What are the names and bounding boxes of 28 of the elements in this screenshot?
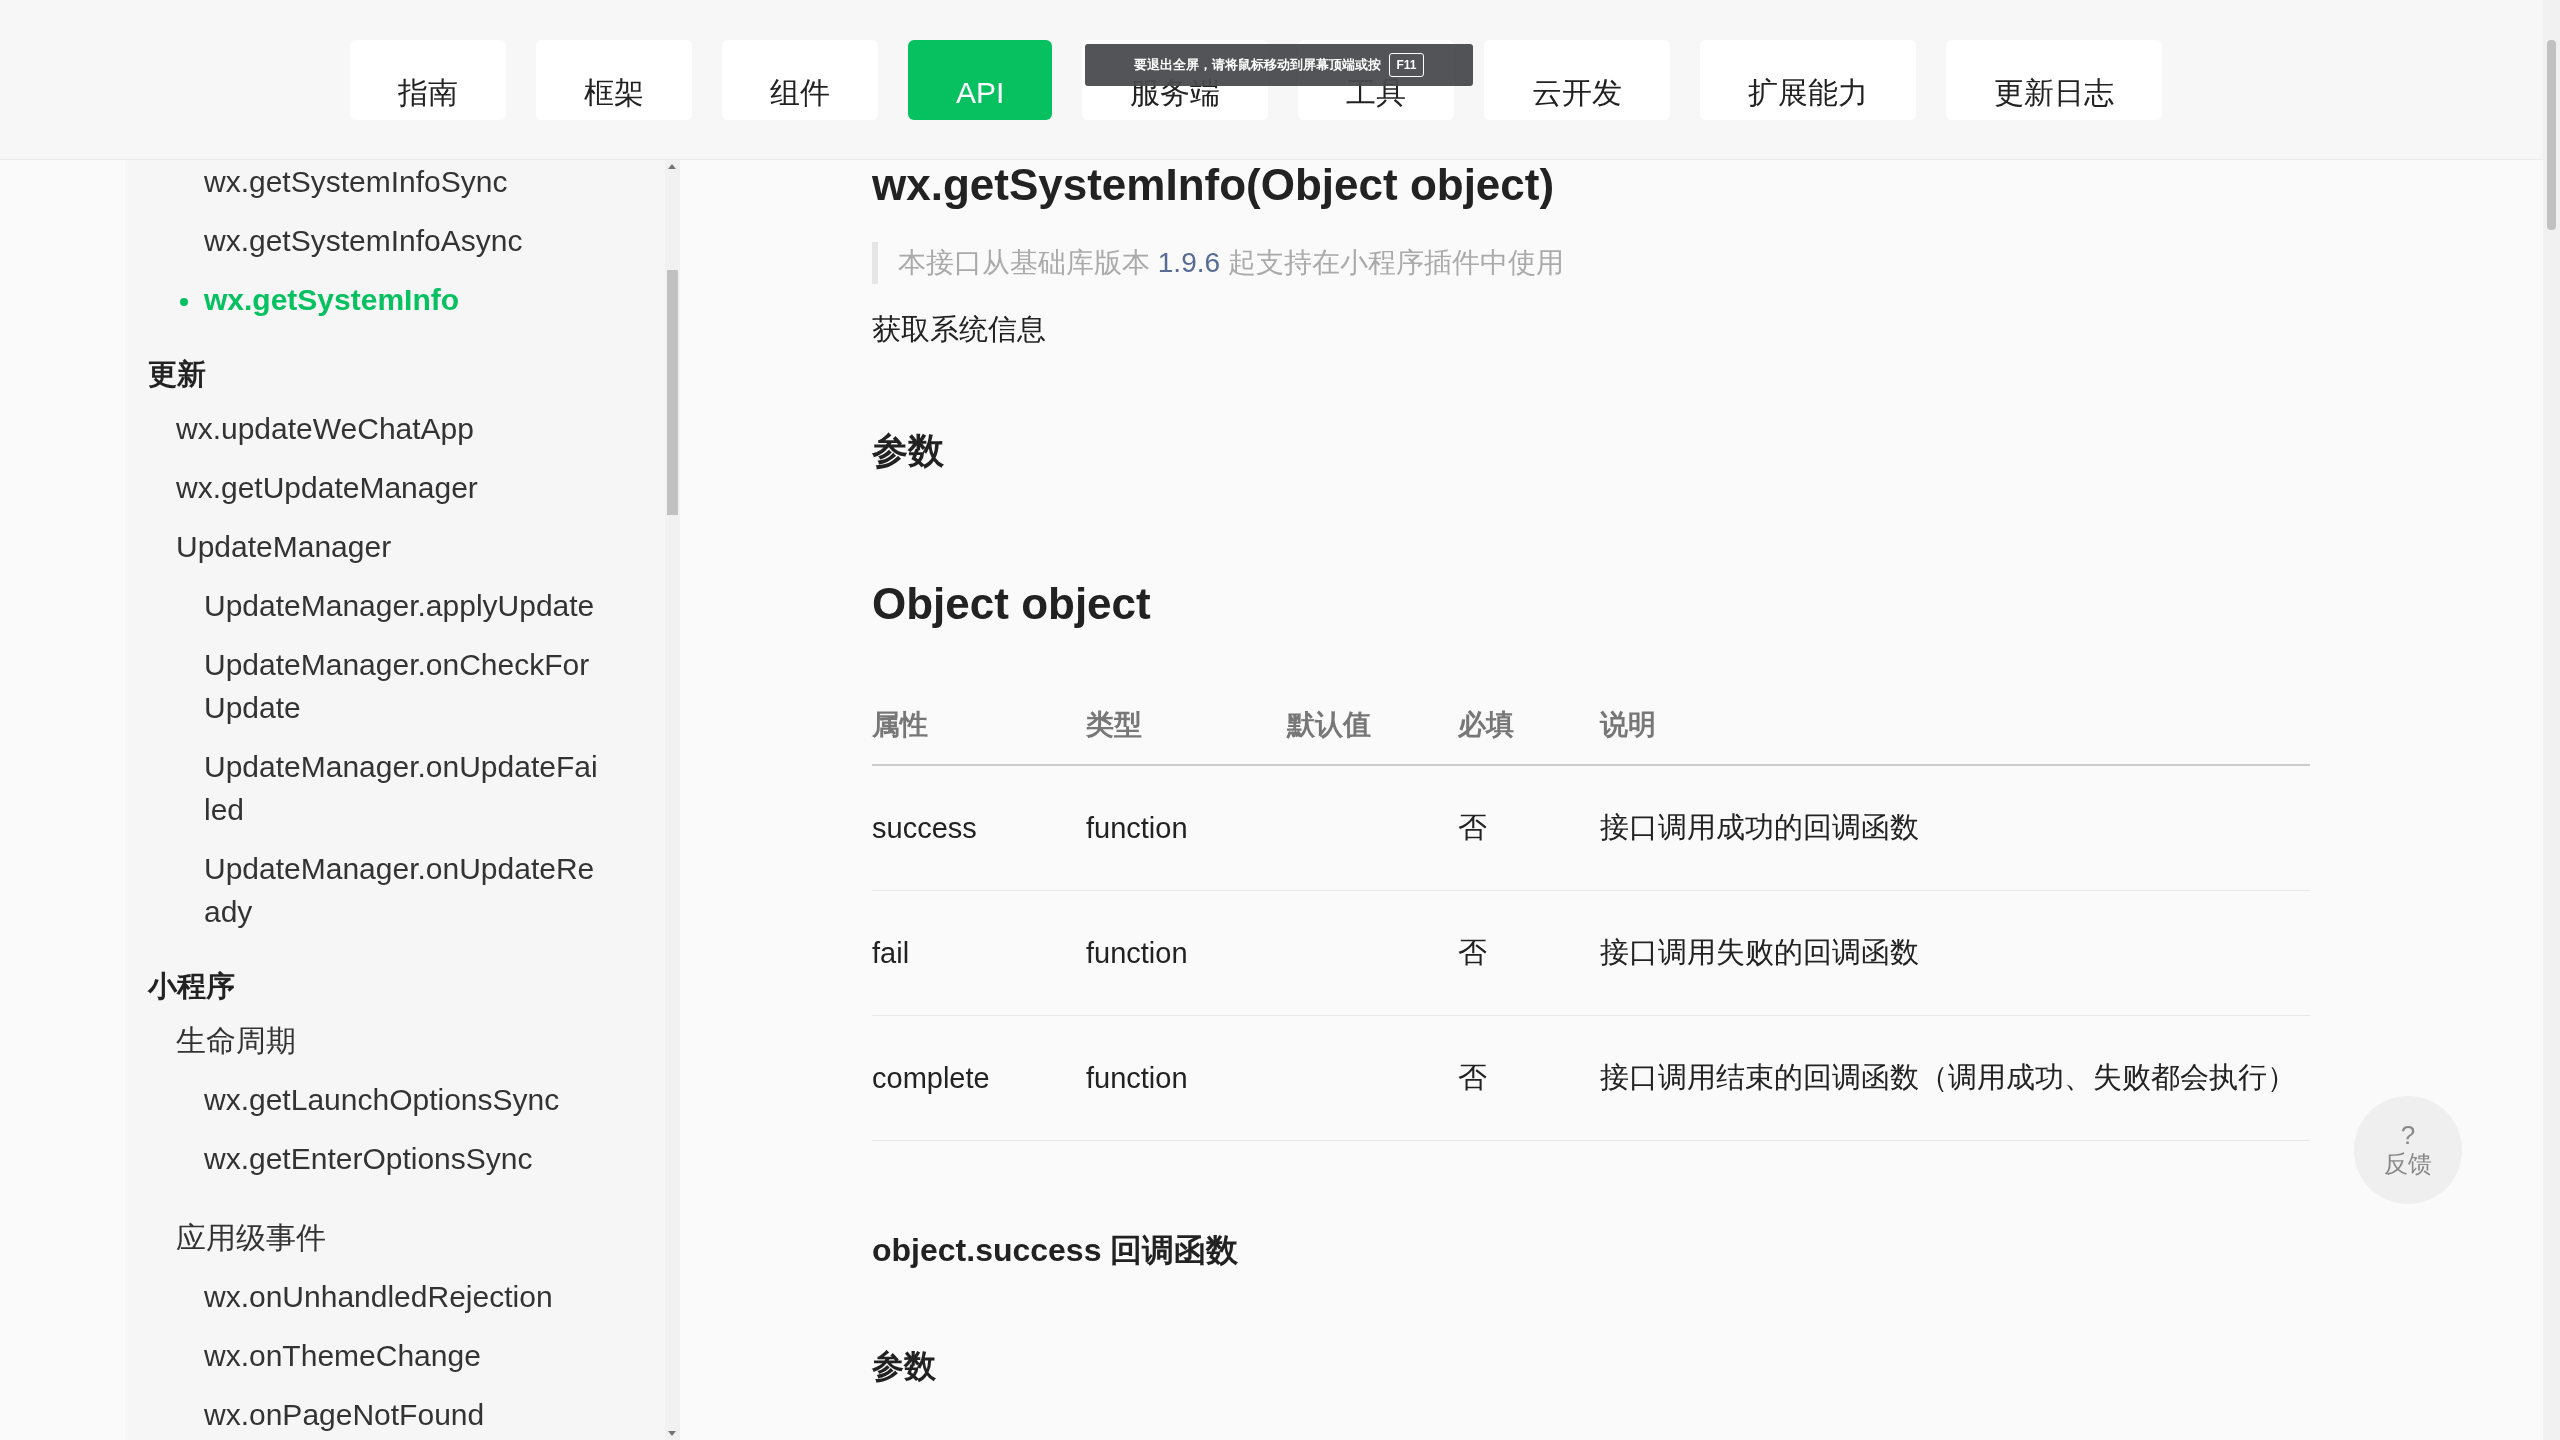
table-cell-text: 否 (1458, 935, 1487, 970)
hint-text: 要退出全屏，请将鼠标移动到屏幕顶端或按 (1134, 56, 1382, 74)
notice-quote: 本接口从基础库版本 1.9.6 起支持在小程序插件中使用 (872, 242, 2310, 284)
sidebar-heading: 小程序 (148, 969, 235, 1004)
table-cell-text: 否 (1458, 1060, 1487, 1095)
table-cell: function (1086, 811, 1188, 845)
column-header: 默认值 (1287, 708, 1371, 742)
table-cell-text: 接口调用失败的回调函数 (1600, 935, 1919, 970)
description-text: 获取系统信息 (872, 312, 1046, 347)
section-heading: 参数 (872, 1347, 936, 1386)
key-label: F11 (1389, 53, 1424, 77)
section-heading: 参数 (872, 429, 944, 473)
sidebar-heading: 更新 (148, 357, 206, 392)
page-title: wx.getSystemInfo(Object object) (872, 159, 1555, 211)
column-header: 属性 (872, 708, 928, 742)
column-header: 必填 (1458, 708, 1514, 742)
column-header: 说明 (1600, 708, 1656, 742)
table-cell-text: 接口调用结束的回调函数（调用成功、失败都会执行） (1600, 1060, 2296, 1095)
table-cell: function (1086, 936, 1188, 970)
table-cell: complete (872, 1061, 990, 1095)
table-cell: success (872, 811, 977, 845)
table-cell-text: 接口调用成功的回调函数 (1600, 810, 1919, 845)
table-cell: function (1086, 1061, 1188, 1095)
section-heading: object.success 回调函数 (872, 1231, 1239, 1270)
column-header: 类型 (1086, 708, 1142, 742)
section-heading: Object object (872, 578, 1151, 630)
table-cell: fail (872, 936, 910, 970)
table-cell-text: 否 (1458, 810, 1487, 845)
